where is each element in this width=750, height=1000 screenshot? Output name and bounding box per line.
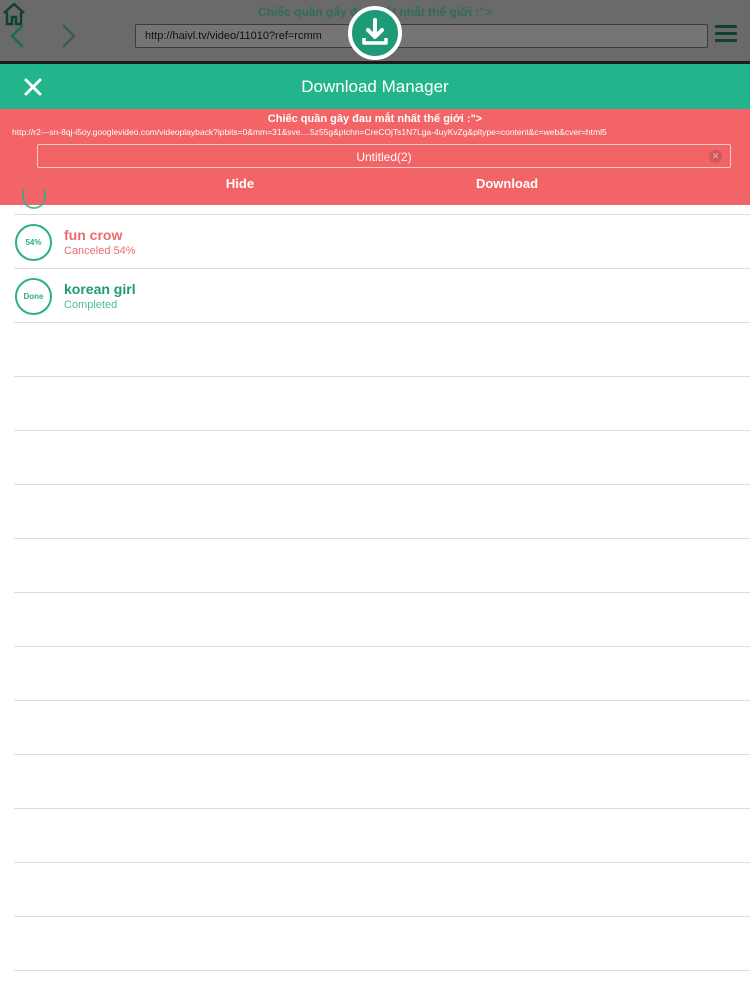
empty-row bbox=[14, 647, 750, 701]
prompt-video-url: http://r2---sn-8qj-i5oy.googlevideo.com/… bbox=[12, 127, 607, 137]
empty-row bbox=[14, 431, 750, 485]
progress-circle: 54% bbox=[15, 224, 52, 261]
download-icon bbox=[362, 18, 388, 45]
hamburger-line bbox=[715, 39, 737, 42]
hide-button[interactable]: Hide bbox=[210, 176, 270, 191]
forward-button[interactable] bbox=[54, 20, 82, 52]
menu-button[interactable] bbox=[715, 25, 737, 47]
chevron-right-icon bbox=[62, 24, 76, 48]
empty-row bbox=[14, 809, 750, 863]
filename-input[interactable]: Untitled(2) ✕ bbox=[37, 144, 731, 168]
download-manager-header: Download Manager bbox=[0, 64, 750, 109]
page-title: Download Manager bbox=[301, 77, 449, 96]
empty-row bbox=[14, 593, 750, 647]
empty-row bbox=[14, 863, 750, 917]
progress-circle: Done bbox=[15, 278, 52, 315]
download-title: korean girl bbox=[64, 281, 136, 297]
progress-circle bbox=[22, 189, 46, 209]
filename-value: Untitled(2) bbox=[356, 150, 412, 164]
download-list: 54% fun crow Canceled 54% Done korean gi… bbox=[14, 189, 750, 971]
prompt-video-title: Chiếc quần gây đau mắt nhất thế giới :"> bbox=[267, 113, 483, 125]
chevron-left-icon bbox=[10, 24, 24, 48]
list-item-partial bbox=[14, 189, 750, 215]
url-text: http://haivl.tv/video/11010?ref=rcmm bbox=[145, 30, 322, 42]
url-field[interactable]: http://haivl.tv/video/11010?ref=rcmm bbox=[135, 24, 708, 48]
empty-row bbox=[14, 701, 750, 755]
empty-row bbox=[14, 755, 750, 809]
download-button[interactable]: Download bbox=[460, 176, 554, 191]
download-status: Canceled 54% bbox=[64, 245, 136, 257]
list-item[interactable]: 54% fun crow Canceled 54% bbox=[14, 215, 750, 269]
empty-row bbox=[14, 377, 750, 431]
download-prompt: Chiếc quần gây đau mắt nhất thế giới :">… bbox=[0, 109, 750, 205]
hamburger-line bbox=[715, 32, 737, 35]
empty-row bbox=[14, 539, 750, 593]
empty-row bbox=[14, 485, 750, 539]
list-item[interactable]: Done korean girl Completed bbox=[14, 269, 750, 323]
empty-row bbox=[14, 917, 750, 971]
hamburger-icon bbox=[715, 25, 737, 28]
download-manager-button[interactable] bbox=[348, 6, 402, 60]
back-button[interactable] bbox=[4, 20, 32, 52]
clear-icon[interactable]: ✕ bbox=[709, 150, 722, 163]
download-status: Completed bbox=[64, 299, 118, 311]
empty-row bbox=[14, 323, 750, 377]
download-title: fun crow bbox=[64, 227, 123, 243]
